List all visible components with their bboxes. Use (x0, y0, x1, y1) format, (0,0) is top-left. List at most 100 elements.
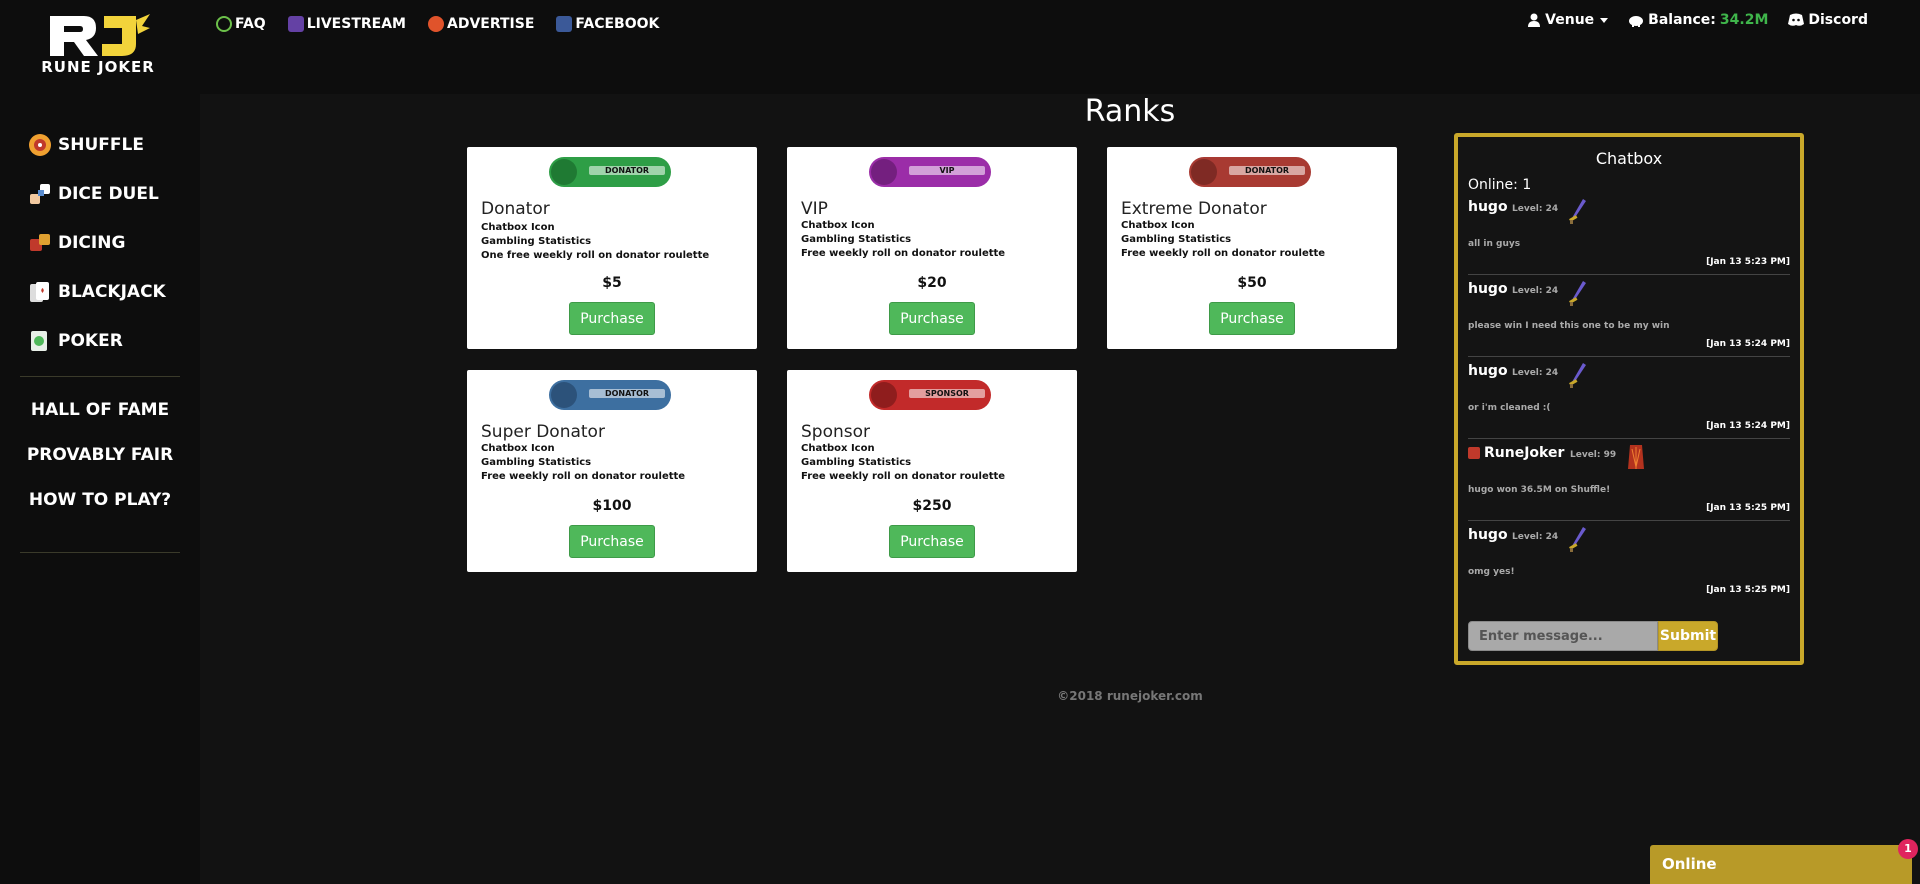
nav-livestream[interactable]: LIVESTREAM (287, 16, 406, 32)
sidebar-item-poker[interactable]: POKER (28, 316, 166, 365)
chat-submit-button[interactable]: Submit (1658, 621, 1718, 651)
rank-card-sponsor: SPONSOR Sponsor Chatbox Icon Gambling St… (787, 370, 1077, 572)
username-text: hugo (1468, 527, 1508, 543)
nav-livestream-label: LIVESTREAM (306, 16, 406, 32)
chat-username[interactable]: hugo (1468, 363, 1508, 379)
fire-cape-icon (1628, 445, 1644, 469)
chat-username[interactable]: hugo (1468, 199, 1508, 215)
sidebar-link-hall-of-fame[interactable]: HALL OF FAME (0, 400, 200, 445)
chat-message-input[interactable] (1468, 621, 1658, 651)
username-text: hugo (1468, 363, 1508, 379)
sidebar-item-label: SHUFFLE (58, 134, 144, 155)
chat-text: please win I need this one to be my win (1468, 321, 1670, 331)
dice-duel-icon (30, 183, 50, 204)
nav-faq[interactable]: FAQ (216, 16, 266, 32)
rank-feature: Chatbox Icon (1121, 220, 1195, 231)
page-title: Ranks (1084, 94, 1176, 129)
sidebar: SHUFFLE DICE DUEL DICING BLACKJACK POKER… (0, 94, 200, 884)
top-nav: FAQ LIVESTREAM ADVERTISE FACEBOOK (216, 16, 659, 32)
purchase-button[interactable]: Purchase (889, 525, 975, 558)
dollar-icon (551, 382, 577, 408)
chat-message: hugo Level: 24 all in guys [Jan 13 5:23 … (1468, 193, 1790, 275)
sidebar-link-provably-fair[interactable]: PROVABLY FAIR (0, 445, 200, 490)
badge-label: DONATOR (589, 389, 665, 398)
rank-feature: Chatbox Icon (801, 220, 875, 231)
chevron-down-icon (1600, 17, 1609, 23)
rank-feature: Chatbox Icon (481, 443, 555, 454)
sidebar-item-dice-duel[interactable]: DICE DUEL (28, 169, 166, 218)
discord-link[interactable]: Discord (1788, 12, 1868, 28)
online-count: Online: 1 (1468, 177, 1532, 193)
chat-username[interactable]: hugo (1468, 281, 1508, 297)
rank-title: VIP (801, 199, 828, 219)
piggy-bank-icon (1629, 16, 1644, 27)
dollar-icon (551, 159, 577, 185)
sidebar-item-label: POKER (58, 330, 123, 351)
purchase-button[interactable]: Purchase (569, 525, 655, 558)
sidebar-link-how-to-play[interactable]: HOW TO PLAY? (0, 490, 200, 535)
info-links: HALL OF FAME PROVABLY FAIR HOW TO PLAY? (0, 400, 200, 535)
top-bar: RUNE JOKER FAQ LIVESTREAM ADVERTISE FACE… (0, 0, 1920, 94)
nav-facebook[interactable]: FACEBOOK (556, 16, 659, 32)
badge-label: DONATOR (1229, 166, 1305, 175)
sword-icon (1569, 527, 1586, 552)
purchase-button[interactable]: Purchase (569, 302, 655, 335)
chat-text: omg yes! (1468, 567, 1515, 577)
username-text: hugo (1468, 281, 1508, 297)
rank-card-vip: VIP VIP Chatbox Icon Gambling Statistics… (787, 147, 1077, 349)
rune-joker-logo[interactable]: RUNE JOKER (36, 12, 160, 76)
balance-label: Balance: (1648, 12, 1716, 28)
chat-time: [Jan 13 5:25 PM] (1706, 585, 1790, 595)
chat-username[interactable]: hugo (1468, 527, 1508, 543)
purchase-button[interactable]: Purchase (889, 302, 975, 335)
chat-level: Level: 24 (1512, 532, 1559, 542)
discord-icon (1788, 13, 1805, 26)
rank-feature: Free weekly roll on donator roulette (801, 471, 1006, 482)
chat-username[interactable]: RuneJoker (1468, 445, 1564, 461)
badge-label: SPONSOR (909, 389, 985, 398)
sidebar-item-shuffle[interactable]: SHUFFLE (28, 120, 166, 169)
rank-price: $100 (592, 498, 632, 514)
rank-feature: Free weekly roll on donator roulette (801, 248, 1006, 259)
purchase-button[interactable]: Purchase (1209, 302, 1295, 335)
vip-icon (871, 159, 897, 185)
sword-icon (1569, 199, 1586, 224)
chat-text: all in guys (1468, 239, 1521, 249)
nav-advertise[interactable]: ADVERTISE (427, 16, 535, 32)
rank-feature: Gambling Statistics (481, 457, 592, 468)
sidebar-divider (20, 552, 180, 553)
rank-title: Super Donator (481, 422, 605, 442)
chat-time: [Jan 13 5:24 PM] (1706, 339, 1790, 349)
rank-card-extreme-donator: DONATOR Extreme Donator Chatbox Icon Gam… (1107, 147, 1397, 349)
online-users-tab[interactable]: Online (1650, 845, 1912, 884)
nav-faq-label: FAQ (235, 16, 266, 32)
rank-title: Extreme Donator (1121, 199, 1267, 219)
sidebar-item-label: BLACKJACK (58, 281, 166, 302)
rank-feature: Free weekly roll on donator roulette (1121, 248, 1326, 259)
sword-icon (1569, 281, 1586, 306)
sidebar-item-blackjack[interactable]: BLACKJACK (28, 267, 166, 316)
balance: Balance: 34.2M (1628, 12, 1768, 28)
rank-price: $50 (1237, 275, 1267, 291)
rank-feature: Gambling Statistics (801, 457, 912, 468)
chat-text: or i'm cleaned :( (1468, 403, 1551, 413)
shuffle-wheel-icon (29, 133, 51, 156)
rank-title: Donator (481, 199, 550, 219)
sword-icon (1569, 363, 1586, 388)
rank-feature: Free weekly roll on donator roulette (481, 471, 686, 482)
facebook-icon (556, 16, 573, 32)
rank-price: $20 (917, 275, 947, 291)
advertise-icon (427, 16, 444, 32)
poker-card-icon (31, 330, 47, 351)
balance-value: 34.2M (1719, 12, 1769, 28)
chat-text: hugo won 36.5M on Shuffle! (1468, 485, 1611, 495)
nav-advertise-label: ADVERTISE (446, 16, 535, 32)
chat-level: Level: 24 (1512, 368, 1559, 378)
user-menu[interactable]: Venue (1527, 12, 1609, 28)
rank-feature: One free weekly roll on donator roulette (481, 250, 710, 261)
user-icon (1528, 13, 1541, 27)
sidebar-item-dicing[interactable]: DICING (28, 218, 166, 267)
online-tab-label: Online (1662, 855, 1717, 873)
rank-feature: Chatbox Icon (801, 443, 875, 454)
username-text: RuneJoker (1484, 445, 1565, 461)
